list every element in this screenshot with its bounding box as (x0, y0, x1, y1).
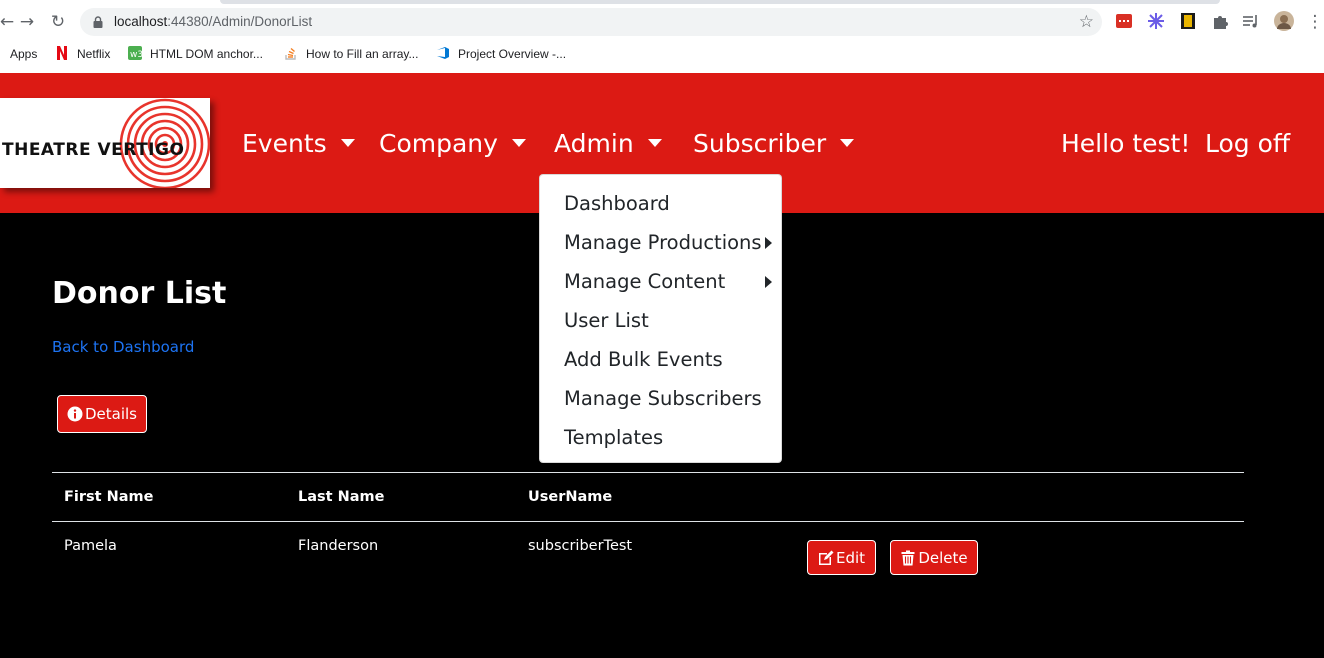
menu-item-dashboard[interactable]: Dashboard (540, 184, 781, 223)
menu-item-user-list[interactable]: User List (540, 301, 781, 340)
azure-devops-icon (437, 47, 449, 59)
header-last-name: Last Name (298, 489, 385, 505)
reload-icon[interactable]: ↻ (47, 11, 69, 33)
extension-red-icon[interactable] (1115, 12, 1133, 30)
menu-item-add-bulk-events[interactable]: Add Bulk Events (540, 340, 781, 379)
browser-chrome: ← → ↻ localhost:44380/Admin/DonorList ☆ … (0, 0, 1324, 73)
logoff-link[interactable]: Log off (1205, 128, 1290, 160)
tab-strip (220, 0, 1220, 4)
table-top-rule (52, 472, 1244, 473)
nav-admin[interactable]: Admin (554, 128, 662, 160)
forward-arrow-icon[interactable]: → (16, 11, 38, 33)
lock-icon (93, 16, 103, 28)
back-to-dashboard-link[interactable]: Back to Dashboard (52, 338, 194, 356)
bookmark-netflix[interactable]: Netflix (55, 42, 110, 66)
caret-right-icon (765, 237, 772, 249)
caret-right-icon (765, 276, 772, 288)
trash-icon (901, 550, 915, 565)
greeting-link[interactable]: Hello test! (1061, 128, 1190, 160)
url-text: localhost:44380/Admin/DonorList (114, 8, 312, 36)
netflix-icon (57, 46, 67, 60)
bookmark-project-overview[interactable]: Project Overview -... (436, 42, 566, 66)
extensions-puzzle-icon[interactable] (1211, 12, 1229, 30)
header-username: UserName (528, 489, 613, 505)
menu-item-manage-subscribers[interactable]: Manage Subscribers (540, 379, 781, 418)
address-bar[interactable]: localhost:44380/Admin/DonorList ☆ (80, 8, 1102, 36)
bookmark-html-dom[interactable]: w3 HTML DOM anchor... (128, 42, 263, 66)
menu-item-manage-content[interactable]: Manage Content (540, 262, 781, 301)
cell-first-name: Pamela (64, 538, 117, 554)
stackoverflow-icon (285, 47, 296, 60)
admin-dropdown-menu: Dashboard Manage Productions Manage Cont… (539, 174, 782, 463)
menu-item-manage-productions[interactable]: Manage Productions (540, 223, 781, 262)
svg-text:w3: w3 (130, 50, 142, 60)
table-header-rule (52, 521, 1244, 522)
bookmark-fill-array[interactable]: How to Fill an array... (284, 42, 418, 66)
edit-button[interactable]: Edit (807, 540, 876, 575)
logo-text: THEATRE VERTIGO (2, 140, 185, 160)
caret-down-icon (647, 139, 662, 147)
nav-events[interactable]: Events (242, 128, 355, 160)
caret-down-icon (511, 139, 526, 147)
cell-username: subscriberTest (528, 538, 633, 554)
url-path: :44380/Admin/DonorList (167, 14, 313, 29)
header-first-name: First Name (64, 489, 154, 505)
extension-film-icon[interactable] (1179, 12, 1197, 30)
page-title: Donor List (52, 276, 227, 311)
caret-down-icon (840, 139, 855, 147)
nav-company[interactable]: Company (379, 128, 526, 160)
media-queue-icon[interactable] (1242, 12, 1260, 30)
menu-item-templates[interactable]: Templates (540, 418, 781, 457)
extension-snowflake-icon[interactable] (1147, 12, 1165, 30)
bookmark-apps[interactable]: Apps (10, 42, 37, 66)
profile-avatar[interactable] (1274, 11, 1294, 31)
w3schools-icon: w3 (128, 46, 142, 60)
delete-button[interactable]: Delete (890, 540, 978, 575)
kebab-menu-icon[interactable]: ⋮ (1304, 11, 1324, 33)
caret-down-icon (340, 139, 355, 147)
theatre-vertigo-logo[interactable]: THEATRE VERTIGO (0, 98, 210, 188)
info-circle-icon (67, 406, 83, 422)
details-button[interactable]: Details (57, 395, 147, 433)
nav-subscriber[interactable]: Subscriber (693, 128, 855, 160)
bookmark-star-icon[interactable]: ☆ (1079, 11, 1094, 33)
edit-icon (818, 550, 834, 565)
cell-last-name: Flanderson (298, 538, 379, 554)
url-host: localhost (114, 14, 168, 29)
